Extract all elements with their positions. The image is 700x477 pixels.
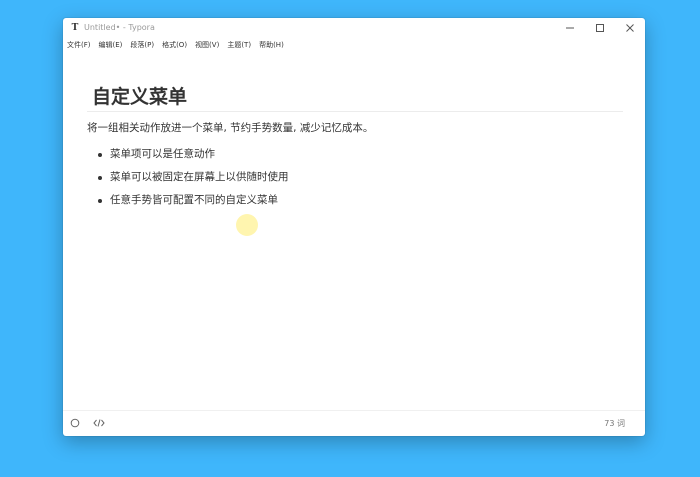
mouse-cursor-highlight [236, 214, 258, 236]
typora-app-icon: T [71, 23, 79, 33]
menu-paragraph[interactable]: 段落(P) [130, 38, 154, 52]
menu-file[interactable]: 文件(F) [67, 38, 91, 52]
source-code-icon [93, 419, 105, 427]
minimize-icon [566, 27, 574, 29]
heading-divider [87, 111, 623, 112]
window-controls [555, 18, 645, 38]
list-item-text: 菜单项可以是任意动作 [110, 148, 215, 160]
source-code-toggle-button[interactable] [93, 417, 105, 429]
menu-help[interactable]: 帮助(H) [259, 38, 284, 52]
list-item[interactable]: 菜单可以被固定在屏幕上以供随时使用 [87, 166, 289, 189]
menu-view[interactable]: 视图(V) [195, 38, 219, 52]
minimize-button[interactable] [555, 18, 585, 38]
bullet-dot-icon [98, 198, 102, 203]
editor-area[interactable]: 自定义菜单 将一组相关动作放进一个菜单, 节约手势数量, 减少记忆成本。 菜单项… [63, 52, 645, 410]
window-title: Untitled• - Typora [84, 23, 155, 32]
close-icon [626, 24, 634, 32]
menu-edit[interactable]: 编辑(E) [99, 38, 123, 52]
maximize-button[interactable] [585, 18, 615, 38]
maximize-icon [596, 24, 604, 32]
outline-circle-icon [70, 418, 80, 428]
list-item-text: 菜单可以被固定在屏幕上以供随时使用 [110, 171, 289, 183]
list-item[interactable]: 任意手势皆可配置不同的自定义菜单 [87, 189, 289, 212]
menu-theme[interactable]: 主题(T) [227, 38, 251, 52]
status-bar: 73 词 [63, 410, 645, 436]
bullet-list: 菜单项可以是任意动作 菜单可以被固定在屏幕上以供随时使用 任意手势皆可配置不同的… [87, 143, 289, 212]
document-heading[interactable]: 自定义菜单 [92, 85, 187, 109]
document-paragraph[interactable]: 将一组相关动作放进一个菜单, 节约手势数量, 减少记忆成本。 [87, 121, 373, 135]
title-bar[interactable]: T Untitled• - Typora [63, 18, 645, 38]
menu-format[interactable]: 格式(O) [162, 38, 187, 52]
close-button[interactable] [615, 18, 645, 38]
typora-window: T Untitled• - Typora 文件(F) 编辑(E) 段落(P) 格… [63, 18, 645, 436]
bullet-dot-icon [98, 152, 102, 157]
list-item-text: 任意手势皆可配置不同的自定义菜单 [110, 194, 278, 206]
bullet-dot-icon [98, 175, 102, 180]
menu-bar: 文件(F) 编辑(E) 段落(P) 格式(O) 视图(V) 主题(T) 帮助(H… [63, 38, 645, 52]
list-item[interactable]: 菜单项可以是任意动作 [87, 143, 289, 166]
word-count[interactable]: 73 词 [604, 411, 625, 436]
outline-toggle-button[interactable] [69, 417, 81, 429]
